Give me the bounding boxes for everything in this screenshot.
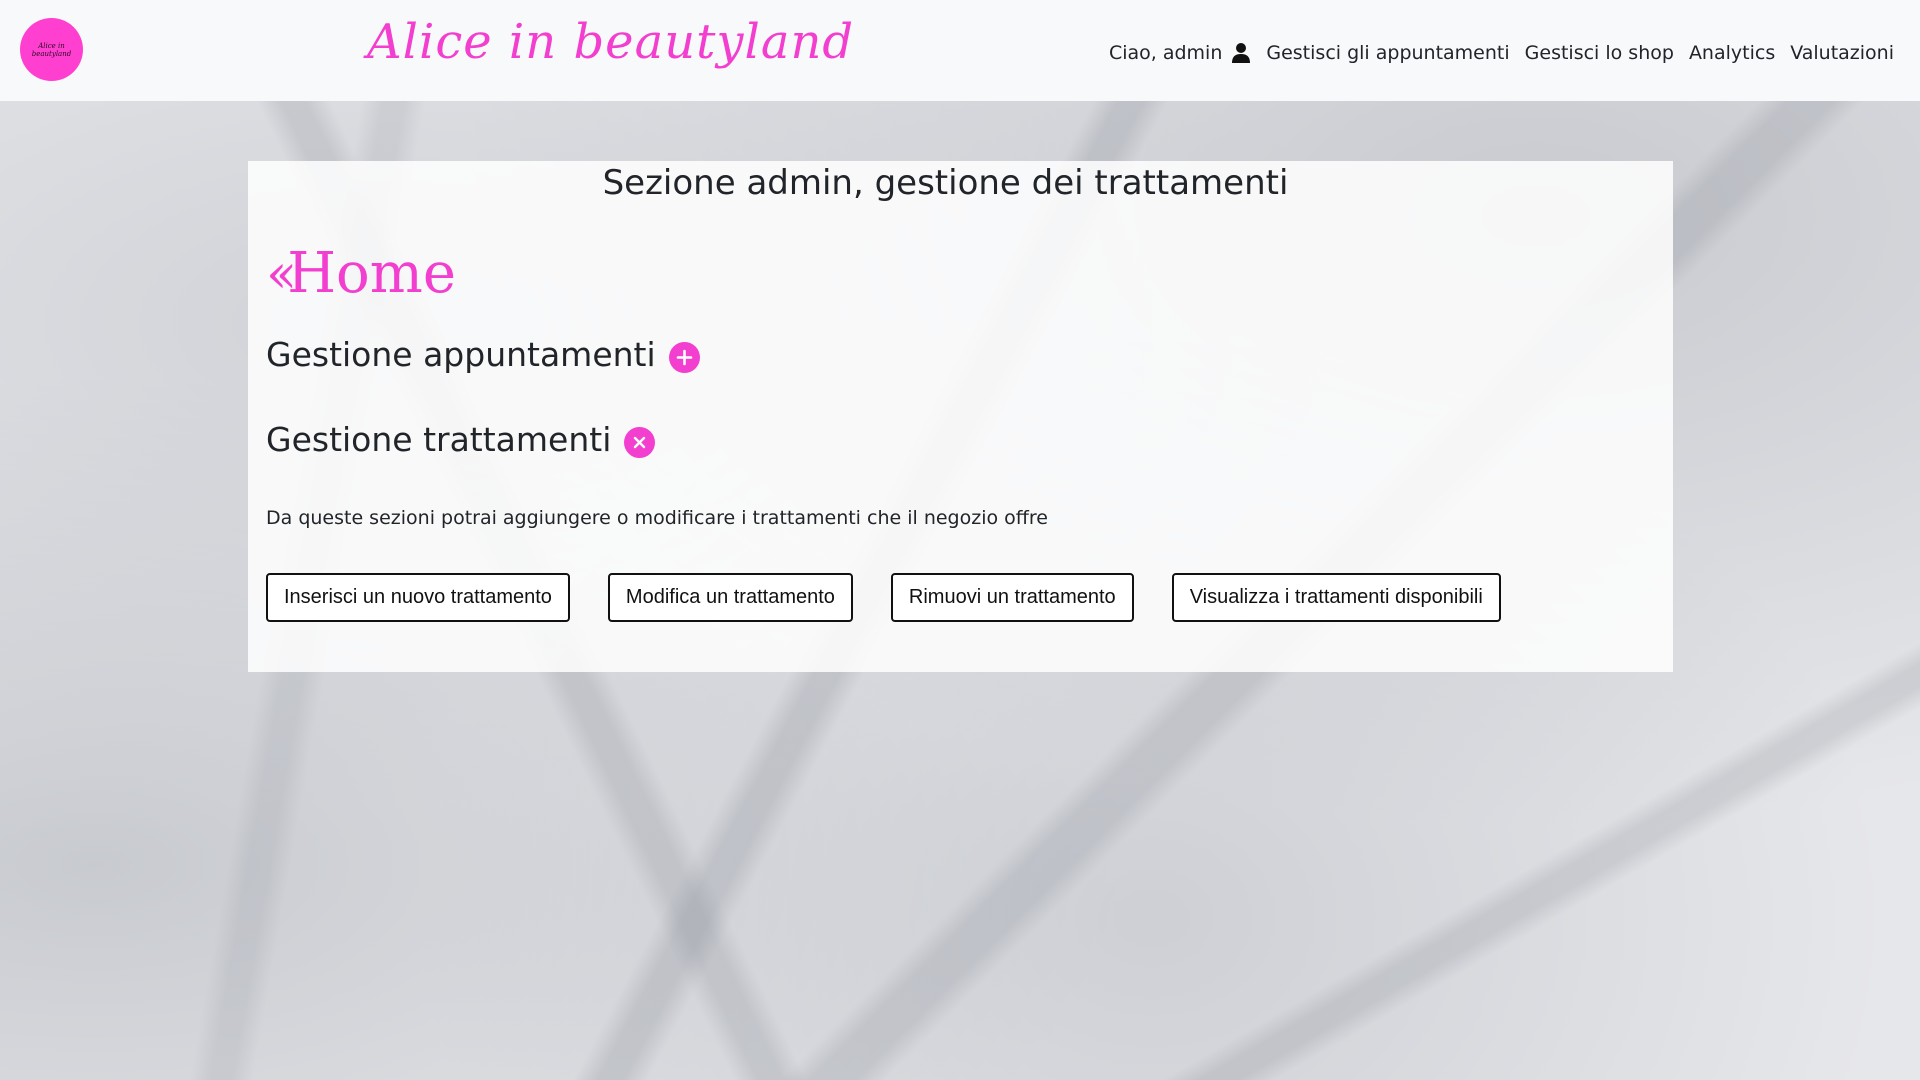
nav-link-analytics[interactable]: Analytics: [1689, 42, 1775, 64]
nav-link-valutazioni[interactable]: Valutazioni: [1790, 42, 1894, 64]
remove-treatment-button[interactable]: Rimuovi un trattamento: [890, 573, 1134, 622]
page-title: Sezione admin, gestione dei trattamenti: [602, 163, 1289, 203]
section-description: Da queste sezioni potrai aggiungere o mo…: [266, 507, 1048, 529]
insert-treatment-button[interactable]: Inserisci un nuovo trattamento: [266, 573, 570, 622]
logo[interactable]: Alice in beautyland: [20, 18, 83, 81]
view-treatments-button[interactable]: Visualizza i trattamenti disponibili: [1171, 573, 1501, 622]
home-label: Home: [287, 241, 456, 306]
greeting-text: Ciao, admin: [1108, 42, 1223, 64]
logo-text: Alice in beautyland: [31, 41, 72, 58]
admin-card: Sezione admin, gestione dei trattamenti …: [248, 161, 1673, 672]
section-label: Gestione trattamenti: [266, 420, 612, 459]
nav-link-shop[interactable]: Gestisci lo shop: [1525, 42, 1674, 64]
plus-circle-icon[interactable]: [668, 342, 700, 373]
section-gestione-trattamenti: Gestione trattamenti: [266, 420, 656, 459]
section-gestione-appuntamenti: Gestione appuntamenti: [266, 335, 700, 374]
navbar: Alice in beautyland Alice in beautyland …: [0, 0, 1920, 101]
brand-title: Alice in beautyland: [367, 14, 855, 70]
user-greeting[interactable]: Ciao, admin: [1109, 42, 1251, 64]
nav-links: Ciao, admin Gestisci gli appuntamenti Ge…: [1109, 42, 1894, 64]
nav-link-appuntamenti[interactable]: Gestisci gli appuntamenti: [1266, 42, 1509, 64]
x-circle-icon[interactable]: [624, 427, 656, 458]
user-icon: [1232, 43, 1251, 63]
action-buttons: Inserisci un nuovo trattamento Modifica …: [266, 573, 1501, 622]
edit-treatment-button[interactable]: Modifica un trattamento: [607, 573, 853, 622]
double-chevron-left-icon: ‹‹: [266, 241, 297, 305]
section-label: Gestione appuntamenti: [266, 335, 656, 374]
home-link[interactable]: ‹‹ Home: [266, 241, 456, 306]
